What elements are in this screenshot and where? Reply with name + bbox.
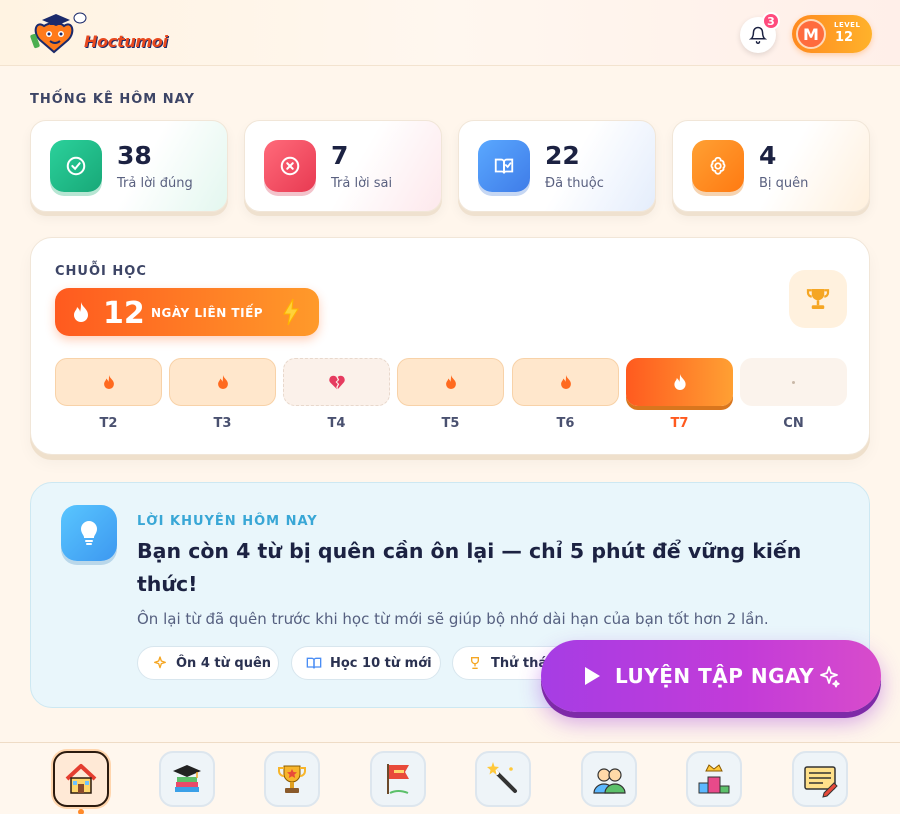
lightbulb-icon: [61, 505, 117, 561]
bottom-nav: [0, 742, 900, 814]
stat-value: 38: [117, 141, 152, 170]
flame-icon: [560, 375, 571, 389]
tip-heading: Bạn còn 4 từ bị quên cần ôn lại — chỉ 5 …: [137, 539, 802, 596]
stat-value: 7: [331, 141, 349, 170]
day-cell-t5: [397, 358, 504, 406]
notification-badge: 3: [762, 12, 780, 30]
stat-label: Trả lời đúng: [117, 176, 193, 191]
streak-card: CHUỖI HỌC 12 NGÀY LIÊN TIẾP T2 T3 T4 T5 …: [30, 237, 870, 455]
day-label: T5: [441, 416, 460, 431]
stat-value: 22: [545, 141, 580, 170]
chip-label: Thử thá: [491, 655, 548, 671]
day-label-today: T7: [670, 416, 689, 431]
flame-icon: [103, 375, 114, 389]
book-open-icon: [306, 657, 322, 669]
stats-title: THỐNG KÊ HÔM NAY: [30, 92, 195, 107]
book-check-icon: [478, 140, 530, 192]
chip-learn-new[interactable]: Học 10 từ mới: [291, 646, 441, 680]
day-label: T2: [99, 416, 118, 431]
trophy-icon: [806, 289, 830, 309]
day-cell-t4: [283, 358, 390, 406]
streak-title: CHUỖI HỌC: [55, 264, 147, 279]
day-cell-t6: [512, 358, 619, 406]
practice-now-label: LUYỆN TẬP NGAY: [615, 664, 815, 688]
day-cell-t3: [169, 358, 276, 406]
x-circle-icon: [264, 140, 316, 192]
nav-magic[interactable]: [475, 751, 531, 807]
logo-mascot-icon: [30, 12, 87, 54]
flame-icon: [445, 375, 456, 389]
stat-card-correct: 38 Trả lời đúng: [30, 120, 228, 212]
stat-card-forgotten: 4 Bị quên: [672, 120, 870, 212]
brain-icon: [692, 140, 744, 192]
stat-label: Trả lời sai: [331, 176, 393, 191]
flame-icon: [673, 374, 686, 390]
check-circle-icon: [50, 140, 102, 192]
tip-label: LỜI KHUYÊN HÔM NAY: [137, 514, 318, 529]
nav-goals[interactable]: [370, 751, 426, 807]
house-icon: [65, 764, 97, 794]
magic-wand-icon: [487, 762, 517, 793]
people-icon: [593, 768, 626, 794]
flag-icon: [387, 764, 409, 794]
sparkle-icon: [154, 656, 166, 669]
podium-icon: [698, 764, 730, 794]
flame-icon: [217, 375, 228, 389]
trophy-icon: [278, 765, 306, 793]
practice-now-button[interactable]: LUYỆN TẬP NGAY: [541, 640, 881, 712]
stat-value: 4: [759, 141, 777, 170]
nav-friends[interactable]: [581, 751, 637, 807]
streak-count: 12: [103, 296, 145, 331]
day-label: CN: [783, 416, 804, 431]
chip-label: Ôn 4 từ quên: [176, 655, 272, 671]
bell-icon: [749, 26, 767, 44]
stat-card-wrong: 7 Trả lời sai: [244, 120, 442, 212]
chip-review-forgotten[interactable]: Ôn 4 từ quên: [137, 646, 279, 680]
avatar[interactable]: M: [796, 19, 826, 49]
day-label: T3: [213, 416, 232, 431]
day-cell-t2: [55, 358, 162, 406]
level-value: 12: [835, 30, 854, 45]
chip-label: Học 10 từ mới: [330, 655, 432, 671]
streak-count-label: NGÀY LIÊN TIẾP: [151, 306, 264, 320]
nav-leaderboard[interactable]: [686, 751, 742, 807]
level-label: LEVEL: [834, 21, 861, 29]
day-label: T4: [327, 416, 346, 431]
trophy-button[interactable]: [789, 270, 847, 328]
nav-achievements[interactable]: [264, 751, 320, 807]
streak-pill: 12 NGÀY LIÊN TIẾP: [55, 288, 319, 336]
stat-label: Đã thuộc: [545, 176, 604, 191]
nav-active-indicator: [78, 809, 84, 814]
broken-heart-icon: [328, 375, 345, 390]
tip-body: Ôn lại từ đã quên trước khi học từ mới s…: [137, 610, 769, 628]
day-cell-t7: [626, 358, 733, 406]
nav-home[interactable]: [53, 751, 109, 807]
app-header: Hoctumoi 3 M LEVEL 12: [0, 0, 900, 66]
flame-icon: [74, 302, 88, 322]
sparkle-icon: [820, 666, 840, 688]
logo-text: Hoctumoi: [84, 32, 168, 51]
nav-notes[interactable]: [792, 751, 848, 807]
trophy-icon: [471, 657, 479, 669]
day-label: T6: [556, 416, 575, 431]
lightning-icon: [283, 298, 299, 326]
empty-dot-icon: [792, 380, 795, 384]
play-icon: [585, 667, 600, 685]
day-cell-cn: [740, 358, 847, 406]
notepad-icon: [804, 766, 838, 798]
logo[interactable]: Hoctumoi: [28, 10, 168, 58]
stat-card-learned: 22 Đã thuộc: [458, 120, 656, 212]
graduation-books-icon: [173, 765, 201, 792]
stat-label: Bị quên: [759, 176, 809, 191]
nav-courses[interactable]: [159, 751, 215, 807]
